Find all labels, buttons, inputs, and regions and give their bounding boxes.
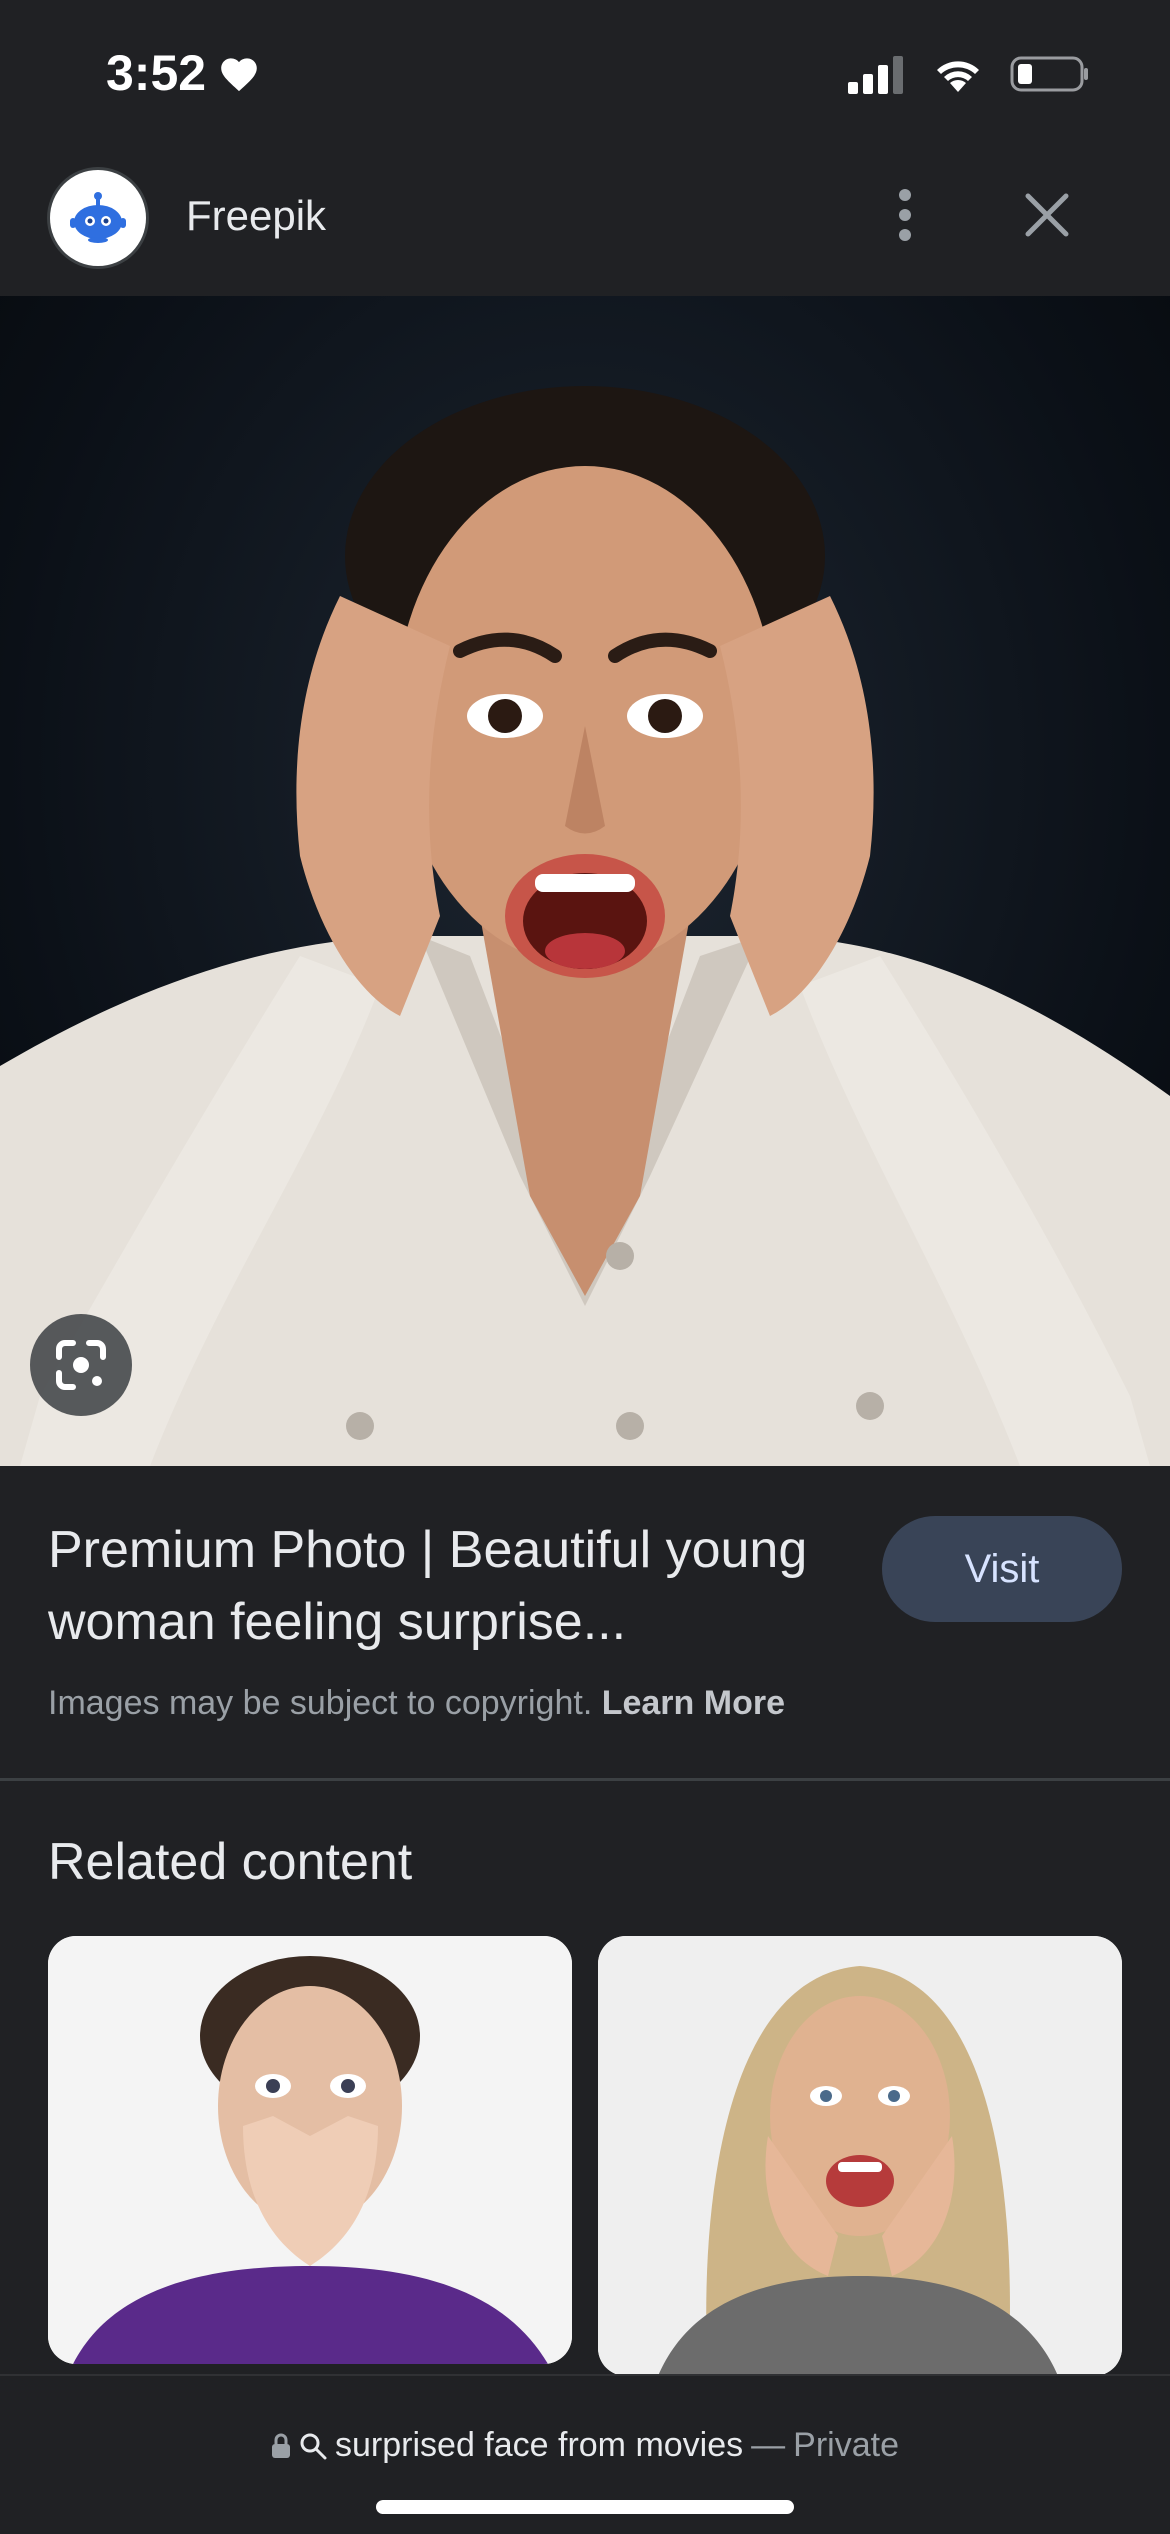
- surprised-woman-photo: [0, 386, 1170, 1466]
- lock-icon: [272, 2433, 291, 2458]
- separator-text: —: [751, 2426, 786, 2464]
- url-line[interactable]: surprised face from movies — Private: [0, 2426, 1170, 2465]
- copyright-text: Images may be subject to copyright.: [48, 1684, 593, 1722]
- freepik-logo-icon: [70, 192, 126, 243]
- more-vert-icon: [899, 189, 911, 241]
- learn-more-link[interactable]: Learn More: [602, 1684, 785, 1722]
- google-lens-icon: [56, 1340, 106, 1390]
- wifi-icon: [937, 61, 979, 92]
- signal-icon: [848, 56, 903, 94]
- battery-icon: [1010, 56, 1088, 92]
- home-indicator[interactable]: [376, 2500, 794, 2514]
- status-indicators: [848, 54, 1090, 94]
- result-header: Freepik: [0, 150, 1170, 296]
- related-content-heading: Related content: [48, 1833, 413, 1891]
- related-image-hands-over-mouth: [48, 1936, 572, 2364]
- related-image-hands-on-cheeks: [598, 1936, 1122, 2376]
- related-card[interactable]: [48, 1936, 572, 2364]
- related-card[interactable]: [598, 1936, 1122, 2376]
- section-divider: [0, 1778, 1170, 1781]
- site-avatar[interactable]: [50, 170, 146, 266]
- private-mode-label: Private: [793, 2426, 899, 2464]
- copyright-notice: Images may be subject to copyright. Lear…: [48, 1684, 785, 1723]
- result-info: Premium Photo | Beautiful young woman fe…: [0, 1466, 1170, 1778]
- more-options-button[interactable]: [870, 180, 940, 250]
- bottom-url-bar[interactable]: surprised face from movies — Private: [0, 2374, 1170, 2534]
- site-name[interactable]: Freepik: [186, 192, 326, 240]
- close-button[interactable]: [1012, 180, 1082, 250]
- search-icon: [300, 2433, 327, 2459]
- status-bar: 3:52: [0, 0, 1170, 150]
- close-icon: [1025, 193, 1069, 237]
- status-time: 3:52: [106, 44, 260, 102]
- clock-text: 3:52: [106, 45, 207, 101]
- search-query: surprised face from movies: [335, 2426, 744, 2464]
- heart-icon: [221, 58, 257, 92]
- visit-button[interactable]: Visit: [882, 1516, 1122, 1622]
- main-image[interactable]: [0, 296, 1170, 1466]
- image-title[interactable]: Premium Photo | Beautiful young woman fe…: [48, 1514, 868, 1658]
- google-lens-button[interactable]: [30, 1314, 132, 1416]
